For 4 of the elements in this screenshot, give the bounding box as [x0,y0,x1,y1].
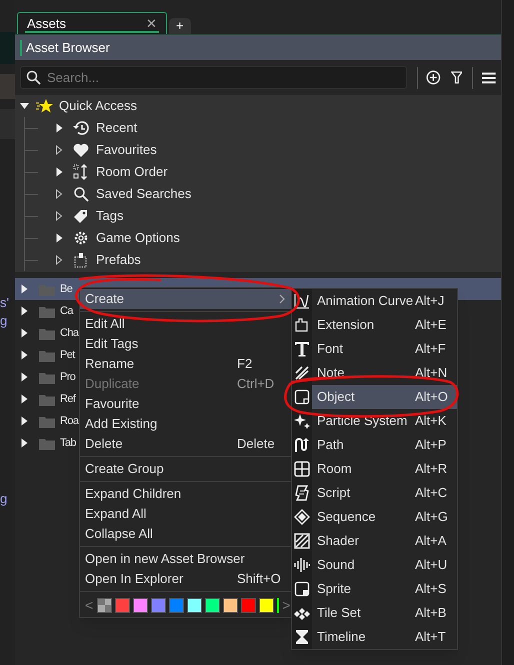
clipped-text: g [0,490,8,508]
panel-title: Asset Browser [26,38,110,57]
clipped-text: g [0,312,8,330]
clipped-text: s' [0,294,10,312]
